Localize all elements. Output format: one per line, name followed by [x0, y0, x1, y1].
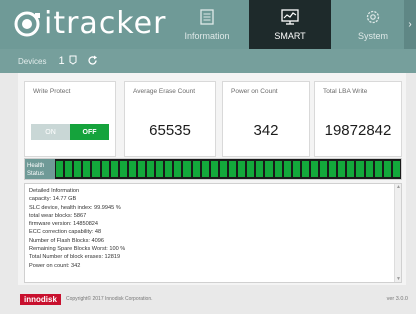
app-title: itracker	[44, 6, 167, 41]
chevron-right-icon: ›	[408, 19, 412, 30]
health-segment	[219, 161, 227, 177]
health-segment	[74, 161, 82, 177]
health-segment	[383, 161, 391, 177]
health-segment	[365, 161, 373, 177]
health-segment	[83, 161, 91, 177]
detail-lines: Detailed Information capacity: 14.77 GB SL…	[25, 184, 401, 273]
scroll-up-icon[interactable]: ▲	[396, 184, 401, 190]
detail-info-box[interactable]: Detailed Information capacity: 14.77 GB SL…	[24, 183, 402, 283]
tab-label: System	[357, 31, 388, 41]
health-segment	[238, 161, 246, 177]
detail-line: Detailed Information	[29, 188, 80, 194]
health-segment	[147, 161, 155, 177]
health-segment	[392, 161, 400, 177]
detail-line: ECC correction capability: 48	[29, 229, 102, 236]
health-segment	[101, 161, 109, 177]
health-status: Health Status	[24, 158, 402, 180]
health-segment	[229, 161, 237, 177]
card-value: 19872842	[324, 122, 392, 139]
health-segment	[137, 161, 146, 177]
health-segment	[338, 161, 346, 177]
health-segment	[310, 161, 319, 177]
app-logo: itracker	[12, 6, 166, 42]
health-status-bar	[55, 159, 401, 179]
health-segment	[56, 161, 64, 177]
health-segment	[274, 161, 282, 177]
toggle-off-option[interactable]: OFF	[70, 124, 109, 140]
health-segment	[192, 161, 200, 177]
health-segment	[92, 161, 100, 177]
health-segment	[110, 161, 118, 177]
health-segment	[329, 161, 337, 177]
health-segment	[201, 161, 209, 177]
health-segment	[247, 161, 255, 177]
health-segment	[356, 161, 364, 177]
health-segment	[283, 161, 291, 177]
health-status-label: Health Status	[25, 159, 55, 179]
tab-label: Information	[184, 31, 230, 41]
write-protect-card: Write Protect ON OFF	[24, 81, 116, 157]
health-segment	[65, 161, 73, 177]
health-segment	[119, 161, 127, 177]
detail-line: capacity: 14.77 GB	[29, 196, 77, 203]
detail-line: Remaining Spare Blocks Worst: 100 %	[29, 246, 126, 253]
brand-logo: innodisk	[20, 294, 61, 305]
card-title: Average Erase Count	[133, 88, 196, 95]
copyright-text: Copyright© 2017 Innodisk Corporation.	[66, 296, 153, 302]
monitor-chart-icon	[281, 9, 299, 31]
card-title: Write Protect	[33, 88, 71, 95]
logo-mark-icon	[12, 9, 42, 39]
scroll-down-icon[interactable]: ▼	[396, 276, 401, 282]
average-erase-count-card: Average Erase Count 65535	[124, 81, 216, 157]
detail-line: Number of Flash Blocks: 4096	[29, 237, 104, 244]
total-lba-write-card: Total LBA Write 19872842	[314, 81, 402, 157]
app-header: itracker Information SMART System ›	[0, 0, 416, 49]
detail-line: Power on count: 342	[29, 262, 81, 269]
tab-smart[interactable]: SMART	[249, 0, 331, 49]
card-title: Power on Count	[231, 88, 278, 95]
write-protect-toggle[interactable]: ON OFF	[31, 124, 109, 140]
card-value: 342	[253, 122, 279, 139]
refresh-icon[interactable]	[87, 55, 98, 68]
health-segment	[320, 161, 328, 177]
document-icon	[200, 9, 214, 31]
detail-line: total wear blocks: 5867	[29, 212, 87, 219]
health-segment	[128, 161, 136, 177]
detail-line: Total Number of block erases: 12819	[29, 254, 121, 261]
health-segment	[210, 161, 218, 177]
version-text: ver 3.0.0	[386, 296, 408, 302]
detail-scrollbar[interactable]: ▲ ▼	[394, 184, 401, 282]
tab-label: SMART	[274, 31, 306, 41]
usb-drive-icon[interactable]	[69, 55, 77, 67]
tab-information[interactable]: Information	[165, 0, 249, 49]
health-segment	[347, 161, 355, 177]
card-title: Total LBA Write	[323, 88, 368, 95]
gear-icon	[365, 9, 381, 31]
devices-label: Devices	[18, 56, 47, 66]
health-segment	[156, 161, 164, 177]
tab-system[interactable]: System	[331, 0, 415, 49]
health-segment	[165, 161, 173, 177]
smart-panel: Write Protect ON OFF Average Erase Count…	[18, 73, 406, 285]
device-selector[interactable]: 1	[58, 55, 64, 67]
health-segment	[265, 161, 273, 177]
health-segment	[292, 161, 300, 177]
health-segment	[301, 161, 309, 177]
toggle-on-option[interactable]: ON	[31, 124, 70, 140]
detail-line: firmware version: 14850824	[29, 221, 99, 228]
health-segment	[174, 161, 182, 177]
more-tab[interactable]: ›	[404, 0, 416, 49]
detail-line: SLC device, health index: 99.9945 %	[29, 204, 121, 211]
health-segment	[374, 161, 382, 177]
health-segment	[256, 161, 264, 177]
health-segment	[183, 161, 191, 177]
app-footer: innodisk Copyright© 2017 Innodisk Corpor…	[0, 285, 416, 314]
card-value: 65535	[149, 122, 191, 139]
devices-bar: Devices 1	[0, 49, 416, 73]
power-on-count-card: Power on Count 342	[222, 81, 310, 157]
